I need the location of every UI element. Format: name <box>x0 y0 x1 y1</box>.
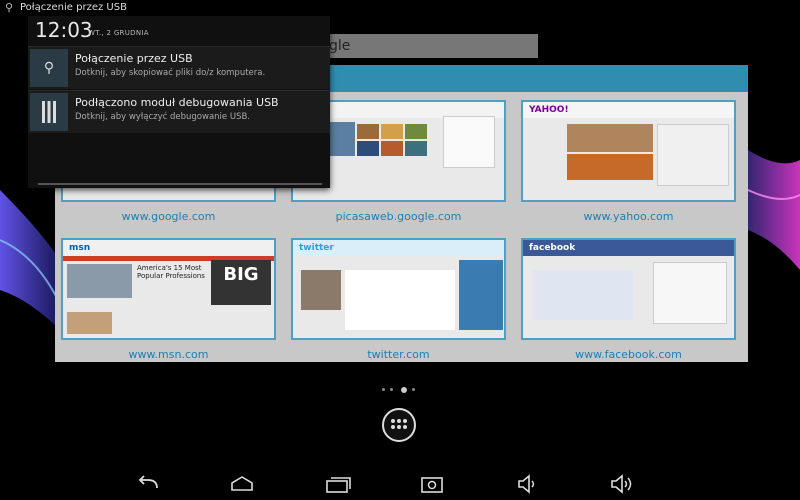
notification-title: Podłączono moduł debugowania USB <box>75 96 279 109</box>
sidebar-block <box>657 124 729 186</box>
site-title: twitter <box>299 243 334 253</box>
usb-icon: ⚲ <box>30 49 68 87</box>
photo-block <box>329 122 355 156</box>
thumbnail-label[interactable]: www.facebook.com <box>521 348 736 361</box>
thumb-header: YAHOO! <box>523 102 734 118</box>
home-icon[interactable] <box>227 472 257 496</box>
recent-apps-icon[interactable] <box>323 472 353 496</box>
signup-panel <box>459 260 503 330</box>
notification-debug[interactable]: Podłączono moduł debugowania USB Dotknij… <box>28 90 330 133</box>
photo-block <box>405 124 427 139</box>
thumbnail-facebook[interactable]: facebook <box>521 238 736 340</box>
news-image <box>567 124 653 152</box>
page-dot <box>382 388 385 391</box>
shade-clock: 12:03 <box>35 18 93 42</box>
promo-banner: BIG <box>211 260 271 305</box>
site-title: msn <box>69 243 91 253</box>
site-title: facebook <box>529 243 576 253</box>
volume-up-icon[interactable] <box>607 472 637 496</box>
page-dot <box>412 388 415 391</box>
news-image <box>67 312 112 334</box>
photo-block <box>405 141 427 156</box>
shade-drag-handle[interactable] <box>38 183 322 185</box>
thumbnail-msn[interactable]: msn America's 15 Most Popular Profession… <box>61 238 276 340</box>
notification-subtitle: Dotknij, aby wyłączyć debugowanie USB. <box>75 112 250 122</box>
shade-date: WT., 2 GRUDNIA <box>88 29 149 37</box>
avatar-grid <box>301 270 341 310</box>
photo-block <box>381 124 403 139</box>
debug-icon <box>30 93 68 131</box>
thumbnail-label[interactable]: www.google.com <box>61 210 276 223</box>
notification-shade: 12:03 WT., 2 GRUDNIA ⚲ Połączenie przez … <box>28 16 330 188</box>
back-icon[interactable] <box>133 472 163 496</box>
url-bar[interactable]: gle <box>323 34 538 58</box>
world-map <box>533 270 633 320</box>
navigation-bar <box>0 468 800 500</box>
thumbnail-label[interactable]: twitter.com <box>291 348 506 361</box>
notification-usb[interactable]: ⚲ Połączenie przez USB Dotknij, aby skop… <box>28 46 330 89</box>
news-image <box>567 154 653 180</box>
news-image <box>67 264 132 298</box>
usb-icon: ⚲ <box>5 1 14 14</box>
apps-grid-icon <box>391 419 407 429</box>
signin-box-shape <box>443 116 495 168</box>
notification-title: Połączenie przez USB <box>75 52 193 65</box>
msn-headline: America's 15 Most Popular Professions <box>137 264 205 280</box>
page-indicator <box>380 384 420 396</box>
thumb-header: msn <box>63 240 274 256</box>
page-dot-active <box>401 387 407 393</box>
thumbnail-twitter[interactable]: twitter <box>291 238 506 340</box>
status-ticker: Połączenie przez USB <box>20 2 127 13</box>
site-title: YAHOO! <box>529 105 569 115</box>
thumbnail-label[interactable]: picasaweb.google.com <box>291 210 506 223</box>
thumbnail-label[interactable]: www.msn.com <box>61 348 276 361</box>
thumb-header: twitter <box>293 240 504 256</box>
photo-block <box>357 141 379 156</box>
signup-form <box>653 262 727 324</box>
notification-subtitle: Dotknij, aby skopiować pliki do/z komput… <box>75 68 266 78</box>
volume-down-icon[interactable] <box>513 472 543 496</box>
thumbnail-label[interactable]: www.yahoo.com <box>521 210 736 223</box>
page-dot <box>390 388 393 391</box>
all-apps-button[interactable] <box>382 408 416 442</box>
photo-block <box>357 124 379 139</box>
thumb-header: facebook <box>523 240 734 256</box>
tweet-list <box>345 270 455 330</box>
photo-block <box>381 141 403 156</box>
screenshot-icon[interactable] <box>417 472 447 496</box>
thumbnail-yahoo[interactable]: YAHOO! <box>521 100 736 202</box>
status-bar: ⚲ Połączenie przez USB <box>0 0 800 16</box>
